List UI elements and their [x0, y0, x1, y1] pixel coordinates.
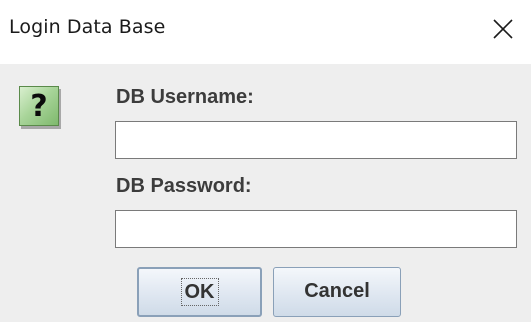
ok-button-label: OK	[180, 278, 219, 306]
username-label: DB Username:	[116, 86, 254, 108]
password-field[interactable]	[115, 210, 517, 248]
login-dialog: Login Data Base ? DB Username: DB Passwo…	[0, 0, 531, 322]
username-field[interactable]	[115, 121, 517, 159]
ok-button[interactable]: OK	[137, 267, 262, 317]
question-icon: ?	[19, 86, 59, 126]
cancel-button-label: Cancel	[304, 280, 370, 302]
title-bar: Login Data Base	[0, 0, 531, 64]
close-button[interactable]	[488, 14, 518, 44]
window-title: Login Data Base	[9, 16, 166, 38]
cancel-button[interactable]: Cancel	[273, 267, 401, 317]
question-glyph: ?	[30, 89, 48, 124]
close-icon	[493, 19, 513, 39]
password-label: DB Password:	[116, 175, 252, 197]
dialog-content: ? DB Username: DB Password: OK Cancel	[0, 64, 531, 322]
